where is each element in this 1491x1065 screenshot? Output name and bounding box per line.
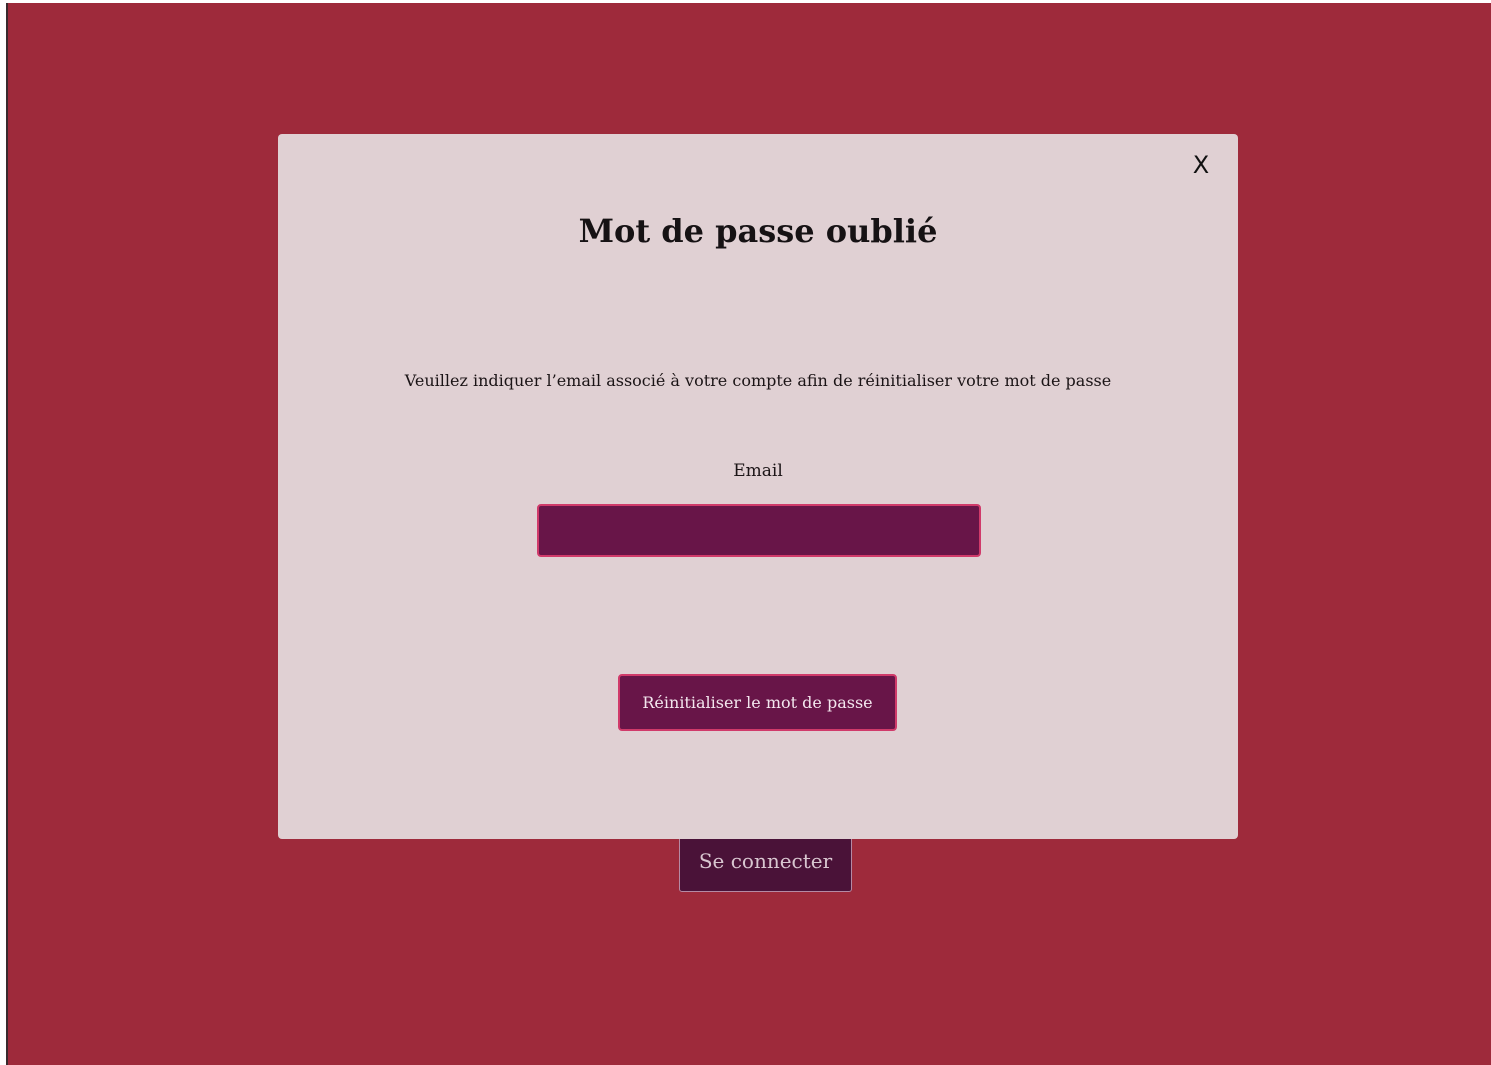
email-input[interactable] bbox=[537, 504, 981, 557]
forgot-password-modal: X Mot de passe oublié Veuillez indiquer … bbox=[278, 134, 1238, 839]
close-button[interactable]: X bbox=[1188, 150, 1214, 180]
email-label: Email bbox=[733, 461, 783, 481]
reset-password-button[interactable]: Réinitialiser le mot de passe bbox=[618, 674, 897, 731]
instructions-text: Veuillez indiquer l’email associé à votr… bbox=[404, 371, 1112, 390]
modal-title: Mot de passe oublié bbox=[578, 212, 938, 250]
